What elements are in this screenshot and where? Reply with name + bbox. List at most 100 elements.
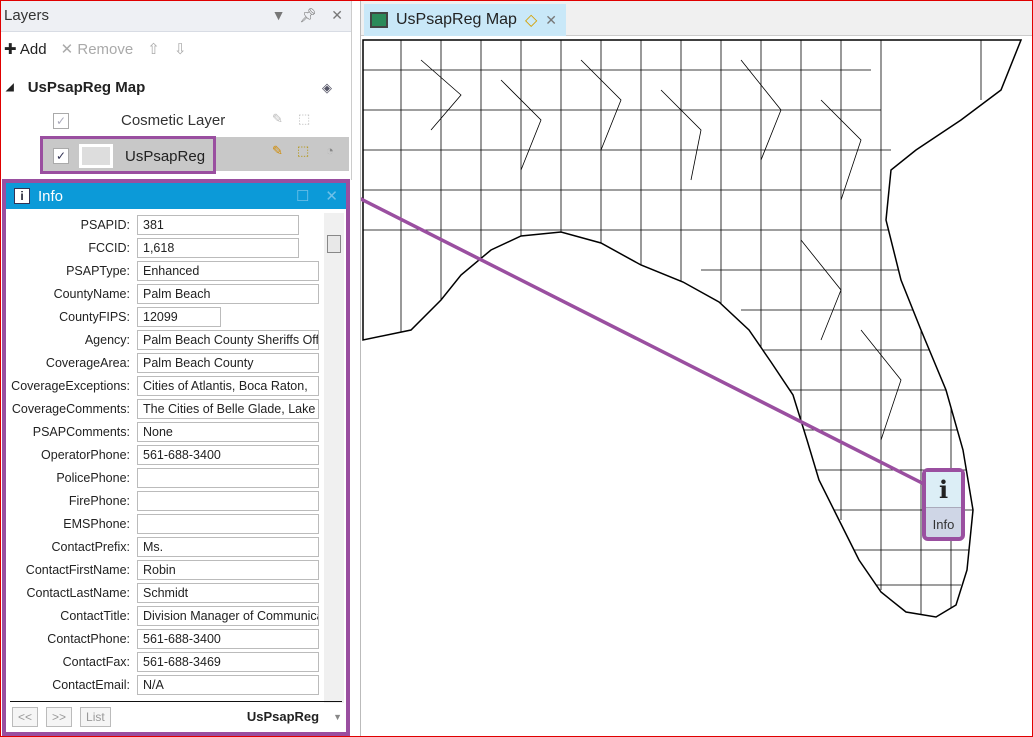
field-value[interactable]: Enhanced [137, 260, 319, 281]
field-value[interactable]: The Cities of Belle Glade, Lake [137, 398, 319, 419]
field-label: FCCID: [88, 240, 130, 255]
collapse-icon[interactable]: ◢ [6, 82, 14, 93]
field-value[interactable]: 12099 [137, 306, 221, 327]
layer-row-cosmetic[interactable]: ✓ Cosmetic Layer [53, 112, 225, 129]
field-row: ContactPhone: 561-688-3400 [6, 627, 324, 650]
field-row: EMSPhone: [6, 512, 324, 535]
field-label: ContactPhone: [47, 631, 130, 646]
field-value[interactable]: Schmidt [137, 582, 319, 603]
field-label: OperatorPhone: [41, 447, 130, 462]
scroll-thumb[interactable] [327, 235, 341, 253]
field-row: ContactFax: 561-688-3469 [6, 650, 324, 673]
layer-name: Cosmetic Layer [121, 112, 226, 129]
close-icon[interactable]: ✕ [325, 187, 338, 205]
info-icon: i [14, 188, 30, 204]
field-label: CountyName: [53, 286, 130, 301]
field-value[interactable]: 561-688-3400 [137, 628, 319, 649]
field-label: PolicePhone: [56, 470, 130, 485]
layers-panel: Layers ▼ 📌︎ ✕ ✚ Add ✕ Remove ⇧ ⇩ ◢ UsPsapR… [0, 0, 352, 180]
field-label: EMSPhone: [63, 516, 130, 531]
field-value[interactable] [137, 513, 319, 534]
field-value[interactable]: 1,618 [137, 237, 299, 258]
field-row: CoverageExceptions: Cities of Atlantis, B… [6, 374, 324, 397]
field-row: ContactLastName: Schmidt [6, 581, 324, 604]
field-row: Agency: Palm Beach County Sheriffs Office [6, 328, 324, 351]
pin-icon[interactable]: 📌︎ [299, 7, 317, 24]
edit-icon[interactable]: ✎ [272, 111, 283, 127]
field-label: PSAPID: [80, 217, 130, 232]
map-node[interactable]: ◢ UsPsapReg Map [6, 79, 145, 96]
info-header: i Info ☐ ✕ [6, 183, 346, 209]
field-label: ContactFax: [62, 654, 130, 669]
visibility-range-icon[interactable]: ◔ [326, 143, 334, 158]
add-button[interactable]: ✚ Add [4, 40, 47, 58]
prev-button[interactable]: << [12, 706, 39, 727]
field-value[interactable]: Division Manager of Communications [137, 605, 319, 626]
close-tab-icon[interactable]: ✕ [545, 12, 557, 29]
field-value[interactable]: N/A [137, 674, 319, 695]
info-tool-button[interactable]: i Info [922, 468, 965, 541]
field-value[interactable]: Cities of Atlantis, Boca Raton, [137, 375, 319, 396]
selectable-icon[interactable]: ⬚ [297, 143, 309, 159]
field-value[interactable]: None [137, 421, 319, 442]
field-row: FirePhone: [6, 489, 324, 512]
map-canvas[interactable] [361, 36, 1033, 737]
field-row: PSAPComments: None [6, 420, 324, 443]
field-row: CoverageArea: Palm Beach County [6, 351, 324, 374]
map-icon [370, 12, 388, 28]
field-value[interactable] [137, 467, 319, 488]
field-row: ContactTitle: Division Manager of Communi… [6, 604, 324, 627]
diamond-icon: ◇ [524, 12, 538, 29]
edit-icon[interactable]: ✎ [272, 143, 283, 159]
chevron-down-icon[interactable]: ▼ [333, 712, 342, 722]
field-value[interactable]: Palm Beach County Sheriffs Office [137, 329, 319, 350]
layer-settings-icon[interactable]: ◈ [322, 80, 332, 96]
tab-map[interactable]: UsPsapReg Map ◇ ✕ [364, 4, 566, 36]
layer-selector[interactable]: UsPsapReg [247, 709, 319, 724]
field-label: PSAPComments: [32, 424, 130, 439]
selectable-icon[interactable]: ⬚ [298, 111, 310, 127]
field-row: OperatorPhone: 561-688-3400 [6, 443, 324, 466]
plus-icon: ✚ [4, 41, 17, 58]
field-row: ContactFirstName: Robin [6, 558, 324, 581]
field-row: PSAPID: 381 [6, 213, 324, 236]
field-value[interactable]: 561-688-3400 [137, 444, 319, 465]
remove-label: Remove [77, 41, 134, 58]
field-value[interactable]: Palm Beach County [137, 352, 319, 373]
map-name: UsPsapReg Map [27, 79, 146, 96]
x-icon: ✕ [60, 41, 74, 58]
info-footer: << >> List UsPsapReg ▼ [10, 701, 342, 731]
info-tool-label: Info [932, 517, 955, 532]
remove-button[interactable]: ✕ Remove [61, 40, 134, 58]
field-label: CoverageExceptions: [11, 378, 130, 393]
field-label: ContactTitle: [60, 608, 130, 623]
move-down-button[interactable]: ⇩ [174, 40, 187, 58]
highlight-box [40, 136, 216, 174]
dropdown-icon[interactable]: ▼ [272, 7, 286, 24]
layer-checkbox[interactable]: ✓ [53, 112, 69, 129]
field-value[interactable]: Robin [137, 559, 319, 580]
maximize-icon[interactable]: ☐ [296, 187, 309, 205]
list-button[interactable]: List [80, 706, 111, 727]
field-row: PSAPType: Enhanced [6, 259, 324, 282]
field-row: CoverageComments: The Cities of Belle Gla… [6, 397, 324, 420]
info-title: Info [38, 187, 64, 205]
field-label: FirePhone: [68, 493, 130, 508]
field-value[interactable]: Palm Beach [137, 283, 319, 304]
field-value[interactable] [137, 490, 319, 511]
layers-title: Layers [4, 7, 50, 24]
move-up-button[interactable]: ⇧ [147, 40, 160, 58]
field-row: FCCID: 1,618 [6, 236, 324, 259]
map-view: UsPsapReg Map ◇ ✕ [360, 0, 1033, 737]
county-boundaries [363, 40, 982, 615]
next-button[interactable]: >> [46, 706, 73, 727]
close-icon[interactable]: ✕ [331, 7, 343, 24]
field-value[interactable]: 381 [137, 214, 299, 235]
field-label: ContactEmail: [52, 677, 130, 692]
field-value[interactable]: Ms. [137, 536, 319, 557]
info-form: PSAPID: 381 FCCID: 1,618 PSAPType: Enhanced Co… [6, 213, 324, 696]
field-label: PSAPType: [66, 263, 130, 278]
layers-header: Layers ▼ 📌︎ ✕ [0, 0, 351, 32]
scrollbar[interactable] [324, 213, 344, 703]
field-value[interactable]: 561-688-3469 [137, 651, 319, 672]
